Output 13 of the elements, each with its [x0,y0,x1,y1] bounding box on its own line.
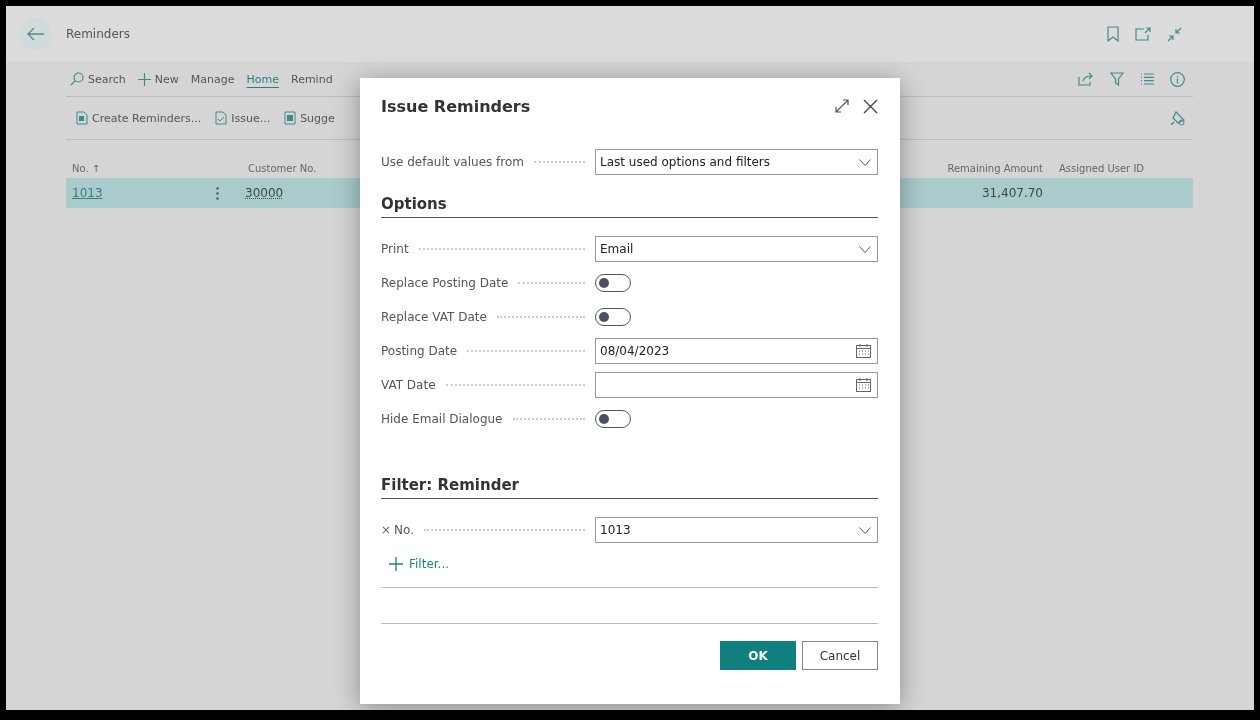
field-label: VAT Date [381,378,436,392]
section-heading: Filter: Reminder [381,476,878,499]
field-label: No. [394,523,414,537]
table-cell-text: 31,407.70 [980,186,1043,200]
field-label: Print [381,242,409,256]
field-label: Posting Date [381,344,458,358]
dialog-title: Issue Reminders [381,96,531,116]
field-label: Hide Email Dialogue [381,412,503,426]
field-label: Replace Posting Date [381,276,509,290]
field-label: Replace VAT Date [381,310,487,324]
field-label: Use default values from [381,155,525,169]
section-heading: Options [381,195,878,218]
page-title: Reminders [66,27,130,41]
